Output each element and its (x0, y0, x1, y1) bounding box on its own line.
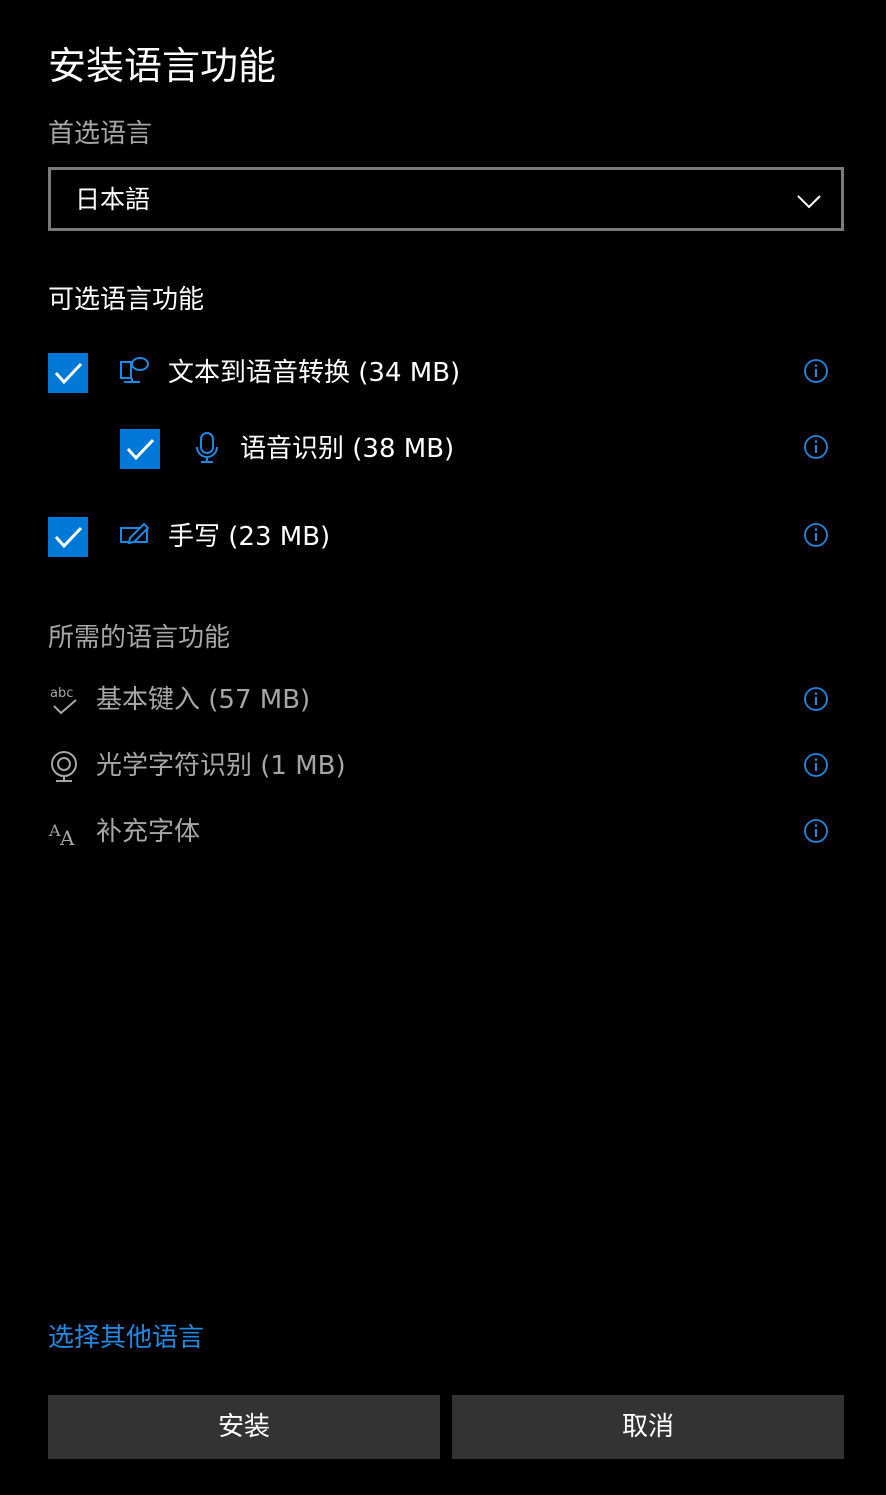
handwriting-info-icon[interactable] (803, 522, 829, 548)
choose-other-language-link[interactable]: 选择其他语言 (48, 1318, 204, 1358)
handwriting-checkbox[interactable] (48, 517, 88, 557)
chevron-down-icon (797, 195, 821, 209)
speech-recognition-info-icon[interactable] (803, 434, 829, 460)
svg-text:A: A (59, 826, 75, 850)
speech-recognition-checkbox[interactable] (120, 429, 160, 469)
ocr-info-icon[interactable] (803, 752, 829, 778)
svg-text:abc: abc (50, 686, 73, 701)
preferred-language-dropdown[interactable]: 日本語 (48, 167, 844, 231)
basic-typing-label: 基本键入 (57 MB) (96, 685, 311, 715)
cancel-button[interactable]: 取消 (452, 1395, 844, 1459)
preferred-language-label: 首选语言 (48, 119, 153, 149)
tts-label: 文本到语音转换 (34 MB) (168, 358, 461, 388)
tts-info-icon[interactable] (803, 358, 829, 384)
supplemental-fonts-label: 补充字体 (96, 817, 201, 847)
speech-recognition-label: 语音识别 (38 MB) (240, 434, 455, 464)
tts-checkbox[interactable] (48, 353, 88, 393)
webcam-icon (51, 751, 77, 782)
font-aa-icon: A A (48, 821, 75, 850)
basic-typing-info-icon[interactable] (803, 686, 829, 712)
handwriting-label: 手写 (23 MB) (168, 522, 331, 552)
text-to-speech-icon (120, 357, 149, 383)
install-button[interactable]: 安装 (48, 1395, 440, 1459)
checkmark-icon (126, 438, 155, 461)
microphone-icon (196, 432, 218, 463)
ocr-label: 光学字符识别 (1 MB) (96, 751, 346, 781)
page-title: 安装语言功能 (48, 44, 277, 88)
required-features-label: 所需的语言功能 (48, 623, 231, 653)
dropdown-selected-value: 日本語 (75, 185, 151, 214)
checkmark-icon (54, 362, 83, 385)
checkmark-icon (54, 526, 83, 549)
optional-features-label: 可选语言功能 (48, 285, 205, 315)
supplemental-fonts-info-icon[interactable] (803, 818, 829, 844)
abc-check-icon: abc (50, 686, 77, 715)
handwriting-pen-icon (120, 522, 150, 545)
